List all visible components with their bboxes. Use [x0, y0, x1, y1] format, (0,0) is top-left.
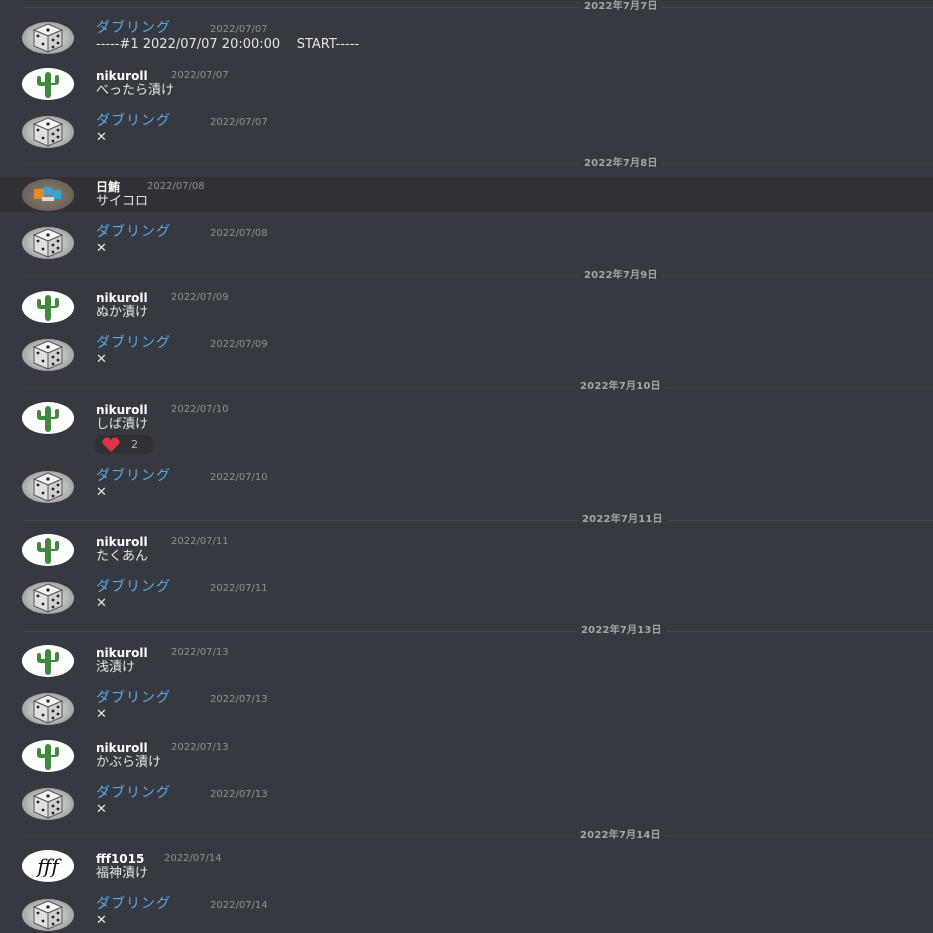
message-author[interactable]: ダブリング: [96, 468, 171, 484]
fff-avatar[interactable]: fff: [22, 850, 74, 882]
dice-icon: [33, 900, 63, 930]
date-separator: 2022年7月9日: [580, 269, 662, 283]
date-divider: [24, 164, 933, 165]
dice-avatar[interactable]: [22, 227, 74, 259]
dice-avatar[interactable]: [22, 339, 74, 371]
date-separator: 2022年7月10日: [576, 380, 665, 394]
cactus-avatar[interactable]: [22, 740, 74, 772]
message-author[interactable]: ダブリング: [96, 335, 171, 351]
message-timestamp: 2022/07/09: [210, 339, 268, 350]
cactus-icon: [37, 538, 59, 564]
message-author[interactable]: ダブリング: [96, 896, 171, 912]
message-author[interactable]: ダブリング: [96, 690, 171, 706]
fish-icon: [34, 187, 61, 201]
date-divider: [24, 7, 933, 8]
cactus-icon: [37, 649, 59, 675]
date-separator: 2022年7月13日: [577, 624, 666, 638]
date-separator: 2022年7月11日: [578, 513, 667, 527]
message-content: たくあん: [96, 549, 149, 564]
dice-avatar[interactable]: [22, 693, 74, 725]
dice-icon: [33, 340, 63, 370]
message-author[interactable]: ダブリング: [96, 113, 171, 129]
message-timestamp: 2022/07/13: [171, 742, 229, 753]
date-separator: 2022年7月8日: [580, 157, 662, 171]
message-timestamp: 2022/07/14: [210, 900, 268, 911]
fish-avatar[interactable]: [22, 179, 74, 211]
date-divider: [24, 276, 933, 277]
message-content: ✕: [96, 241, 107, 256]
message-timestamp: 2022/07/13: [171, 647, 229, 658]
message-timestamp: 2022/07/13: [210, 694, 268, 705]
message-content: かぶら漬け: [96, 755, 162, 770]
dice-avatar[interactable]: [22, 471, 74, 503]
reaction-button[interactable]: 2: [95, 435, 153, 454]
fff-logo-icon: fff: [35, 854, 62, 878]
message-content: ✕: [96, 596, 107, 611]
date-separator: 2022年7月7日: [580, 0, 662, 14]
message-timestamp: 2022/07/14: [164, 853, 222, 864]
message-content: ぬか漬け: [96, 305, 149, 320]
date-divider: [24, 836, 933, 837]
dice-icon: [33, 117, 63, 147]
dice-icon: [33, 472, 63, 502]
dice-avatar[interactable]: [22, 116, 74, 148]
message-content: ✕: [96, 802, 107, 817]
message-content: 浅漬け: [96, 660, 136, 675]
dice-avatar[interactable]: [22, 22, 74, 54]
message-author[interactable]: ダブリング: [96, 224, 171, 240]
date-divider: [24, 387, 933, 388]
date-separator: 2022年7月14日: [576, 829, 665, 843]
dice-icon: [33, 583, 63, 613]
message-timestamp: 2022/07/07: [171, 70, 229, 81]
cactus-avatar[interactable]: [22, 68, 74, 100]
message-timestamp: 2022/07/07: [210, 117, 268, 128]
message-timestamp: 2022/07/10: [171, 404, 229, 415]
message-content: ✕: [96, 913, 107, 928]
dice-icon: [33, 228, 63, 258]
message-content: ✕: [96, 352, 107, 367]
cactus-icon: [37, 295, 59, 321]
reaction-count: 2: [131, 438, 138, 451]
date-divider: [24, 631, 933, 632]
dice-avatar[interactable]: [22, 582, 74, 614]
dice-icon: [33, 789, 63, 819]
message-content: ✕: [96, 707, 107, 722]
dice-avatar[interactable]: [22, 899, 74, 931]
message-author[interactable]: ダブリング: [96, 579, 171, 595]
date-divider: [24, 520, 933, 521]
message-content: ✕: [96, 485, 107, 500]
dice-icon: [33, 694, 63, 724]
svg-text:fff: fff: [35, 854, 62, 878]
message-timestamp: 2022/07/10: [210, 472, 268, 483]
message-timestamp: 2022/07/09: [171, 292, 229, 303]
message-timestamp: 2022/07/11: [210, 583, 268, 594]
message-author[interactable]: ダブリング: [96, 785, 171, 801]
message-content: しば漬け: [96, 417, 149, 432]
cactus-avatar[interactable]: [22, 534, 74, 566]
dice-icon: [33, 23, 63, 53]
message-content: -----#1 2022/07/07 20:00:00 START-----: [96, 37, 360, 52]
cactus-avatar[interactable]: [22, 645, 74, 677]
message-content: サイコロ: [96, 194, 149, 209]
message-timestamp: 2022/07/08: [147, 181, 205, 192]
cactus-avatar[interactable]: [22, 291, 74, 323]
dice-avatar[interactable]: [22, 788, 74, 820]
message-timestamp: 2022/07/11: [171, 536, 229, 547]
message-content: 福神漬け: [96, 866, 149, 881]
cactus-avatar[interactable]: [22, 402, 74, 434]
message-timestamp: 2022/07/08: [210, 228, 268, 239]
message-content: べったら漬け: [96, 83, 175, 98]
cactus-icon: [37, 744, 59, 770]
cactus-icon: [37, 72, 59, 98]
message-content: ✕: [96, 130, 107, 145]
message-timestamp: 2022/07/13: [210, 789, 268, 800]
message-author[interactable]: ダブリング: [96, 20, 171, 36]
heart-icon: [102, 437, 120, 452]
cactus-icon: [37, 406, 59, 432]
